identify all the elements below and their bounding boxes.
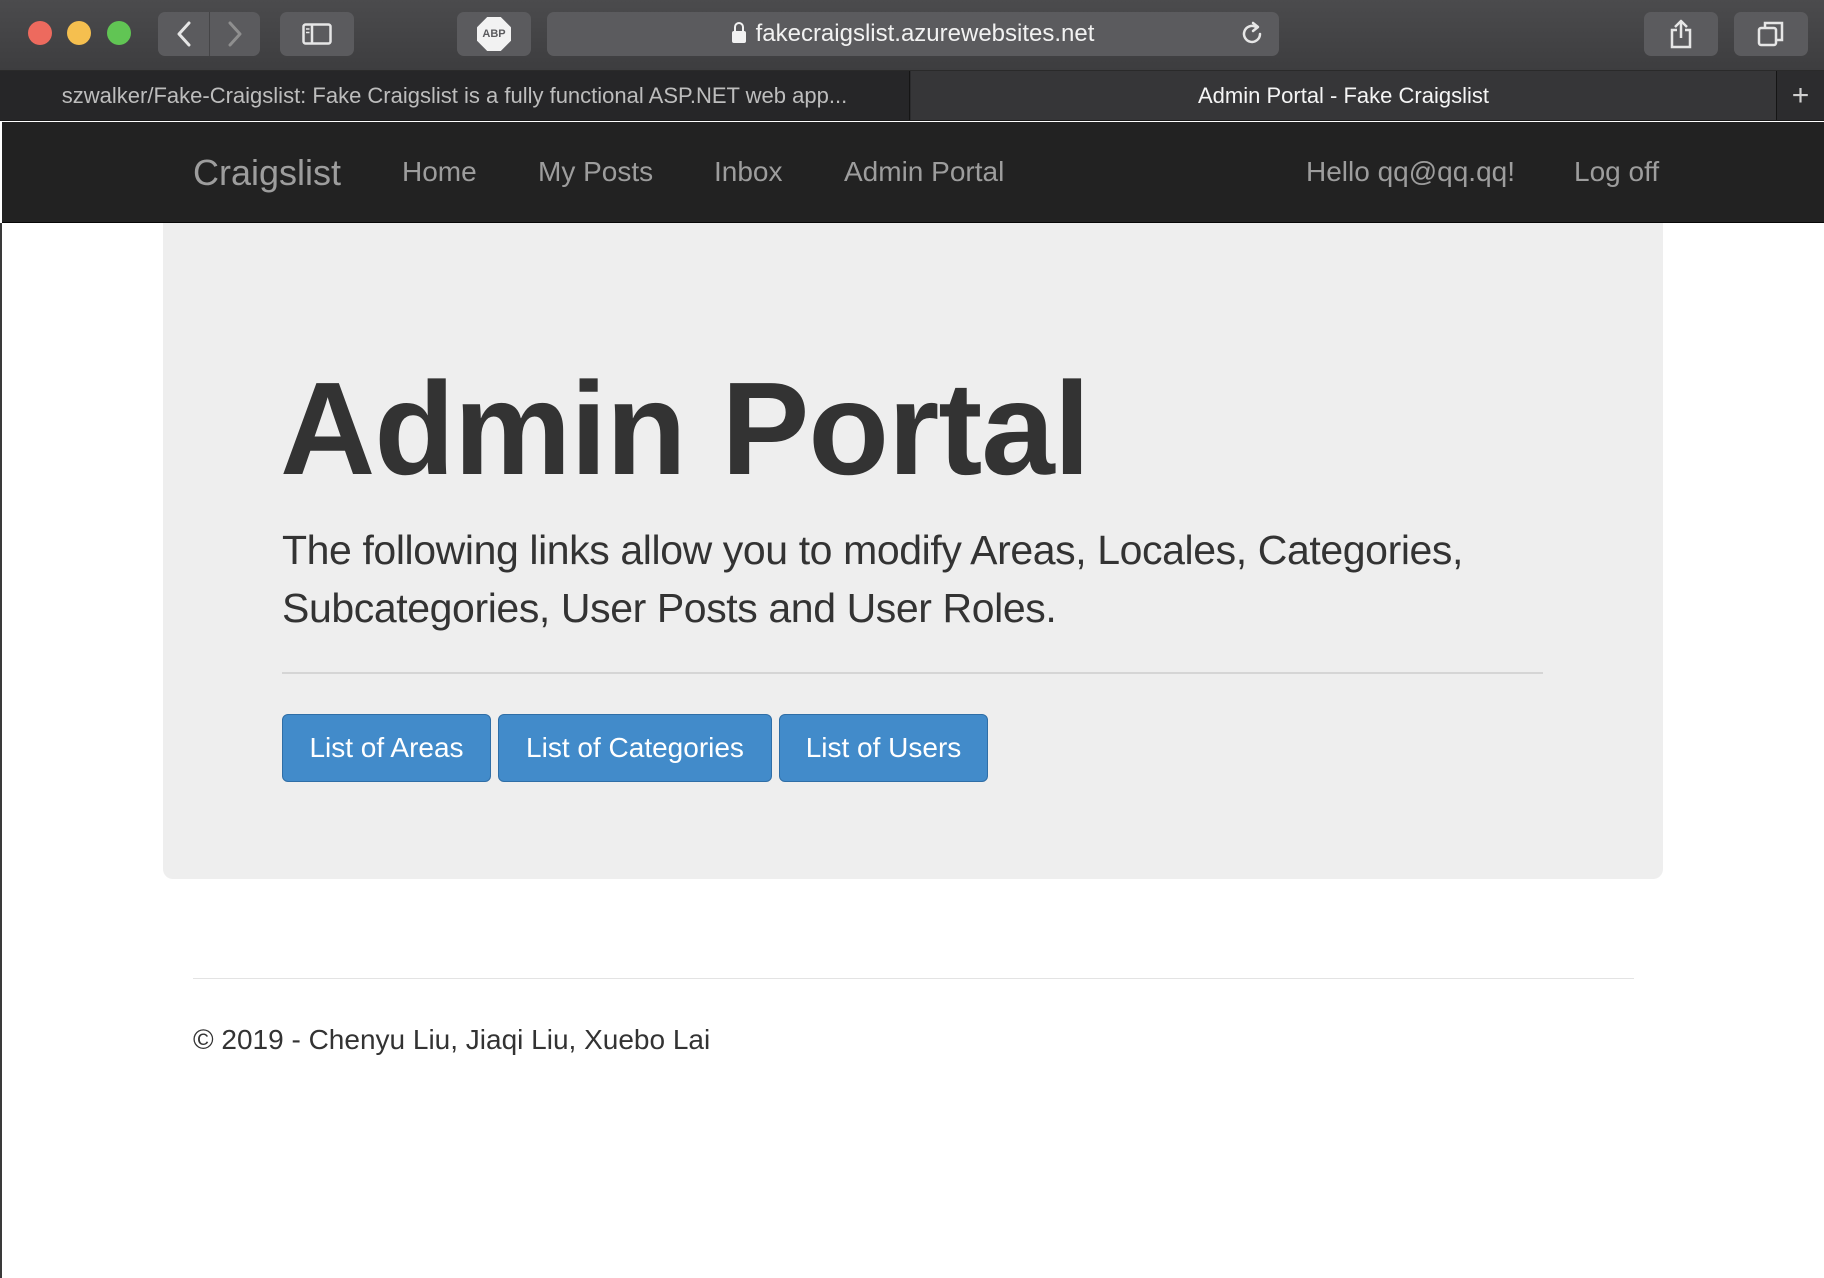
list-of-users-button[interactable]: List of Users bbox=[779, 714, 988, 782]
account-greeting-link[interactable]: Hello qq@qq.qq! bbox=[1306, 156, 1515, 188]
nav-home-link[interactable]: Home bbox=[402, 156, 477, 188]
nav-my-posts-link[interactable]: My Posts bbox=[538, 156, 653, 188]
footer-divider bbox=[193, 978, 1634, 979]
adblock-plus-button[interactable]: ABP bbox=[457, 12, 531, 56]
jumbotron: Admin Portal The following links allow y… bbox=[163, 223, 1663, 879]
adblock-plus-icon: ABP bbox=[477, 17, 511, 51]
minimize-window-button[interactable] bbox=[67, 21, 91, 45]
nav-inbox-link[interactable]: Inbox bbox=[714, 156, 783, 188]
tab-bar: szwalker/Fake-Craigslist: Fake Craigslis… bbox=[0, 71, 1824, 121]
browser-toolbar: ABP fakecraigslist.azurewebsites.net bbox=[0, 0, 1824, 71]
lock-icon bbox=[731, 22, 746, 43]
share-button[interactable] bbox=[1644, 12, 1718, 56]
forward-icon bbox=[228, 21, 242, 47]
page-title: Admin Portal bbox=[280, 355, 1090, 502]
tab-title: szwalker/Fake-Craigslist: Fake Craigslis… bbox=[61, 82, 848, 108]
lead-description: The following links allow you to modify … bbox=[282, 527, 1464, 631]
brand-link[interactable]: Craigslist bbox=[193, 152, 341, 194]
list-of-areas-button[interactable]: List of Areas bbox=[282, 714, 491, 782]
zoom-window-button[interactable] bbox=[107, 21, 131, 45]
sidebar-icon bbox=[302, 23, 332, 45]
divider bbox=[282, 672, 1543, 674]
new-tab-button[interactable]: + bbox=[1776, 71, 1824, 120]
site-navbar: Craigslist Home My Posts Inbox Admin Por… bbox=[2, 122, 1824, 223]
url-text: fakecraigslist.azurewebsites.net bbox=[755, 20, 1095, 47]
tabs-overview-icon bbox=[1757, 21, 1784, 47]
sidebar-toggle-button[interactable] bbox=[280, 12, 354, 56]
plus-icon: + bbox=[1791, 78, 1810, 112]
tab-title: Admin Portal - Fake Craigslist bbox=[1198, 82, 1489, 108]
log-off-link[interactable]: Log off bbox=[1574, 156, 1659, 188]
list-of-categories-button[interactable]: List of Categories bbox=[498, 714, 772, 782]
tab-admin-portal[interactable]: Admin Portal - Fake Craigslist bbox=[911, 71, 1776, 120]
nav-admin-portal-link[interactable]: Admin Portal bbox=[844, 156, 1004, 188]
history-nav-group bbox=[158, 12, 260, 56]
address-bar[interactable]: fakecraigslist.azurewebsites.net bbox=[547, 12, 1279, 56]
close-window-button[interactable] bbox=[28, 21, 52, 45]
back-button[interactable] bbox=[158, 12, 209, 56]
tab-github[interactable]: szwalker/Fake-Craigslist: Fake Craigslis… bbox=[0, 71, 910, 120]
footer-copyright: © 2019 - Chenyu Liu, Jiaqi Liu, Xuebo La… bbox=[193, 1024, 711, 1055]
tab-overview-button[interactable] bbox=[1734, 12, 1808, 56]
forward-button[interactable] bbox=[209, 12, 260, 56]
back-icon bbox=[177, 21, 190, 47]
share-icon bbox=[1670, 19, 1692, 49]
reload-icon[interactable] bbox=[1239, 21, 1265, 47]
window-edge bbox=[0, 223, 2, 1278]
